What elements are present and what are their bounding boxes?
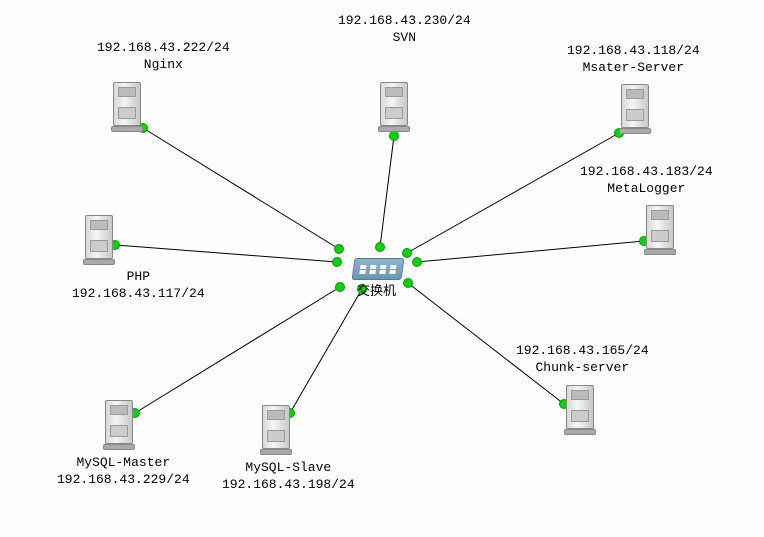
label-mysqlmaster: MySQL-Master 192.168.43.229/24 xyxy=(57,455,190,489)
label-mysqlslave: MySQL-Slave 192.168.43.198/24 xyxy=(222,460,355,494)
connection-line xyxy=(143,128,339,249)
connection-line xyxy=(380,136,394,247)
connection-line xyxy=(290,289,362,413)
server-php xyxy=(85,215,113,267)
server-mysqlslave xyxy=(262,405,290,457)
connection-line xyxy=(417,241,644,262)
server-mysqlmaster xyxy=(105,400,133,452)
label-chunk: 192.168.43.165/24 Chunk-server xyxy=(516,343,649,377)
server-chunk xyxy=(566,385,594,437)
port-dot xyxy=(403,249,412,258)
port-dot xyxy=(336,283,345,292)
label-master: 192.168.43.118/24 Msater-Server xyxy=(567,43,700,77)
connection-line xyxy=(135,287,340,413)
port-dot xyxy=(404,279,413,288)
label-metalogger: 192.168.43.183/24 MetaLogger xyxy=(580,164,713,198)
server-svn xyxy=(380,82,408,134)
port-dot xyxy=(335,245,344,254)
port-dot xyxy=(333,258,342,267)
port-dot xyxy=(413,258,422,267)
connection-line xyxy=(115,245,337,262)
switch-label: 交换机 xyxy=(357,284,396,301)
server-master xyxy=(621,84,649,136)
label-nginx: 192.168.43.222/24 Nginx xyxy=(97,40,230,74)
server-nginx xyxy=(113,82,141,134)
port-dot xyxy=(376,243,385,252)
label-php: PHP 192.168.43.117/24 xyxy=(72,269,205,303)
label-svn: 192.168.43.230/24 SVN xyxy=(338,13,471,47)
server-metalogger xyxy=(646,205,674,257)
switch-device xyxy=(351,258,404,280)
